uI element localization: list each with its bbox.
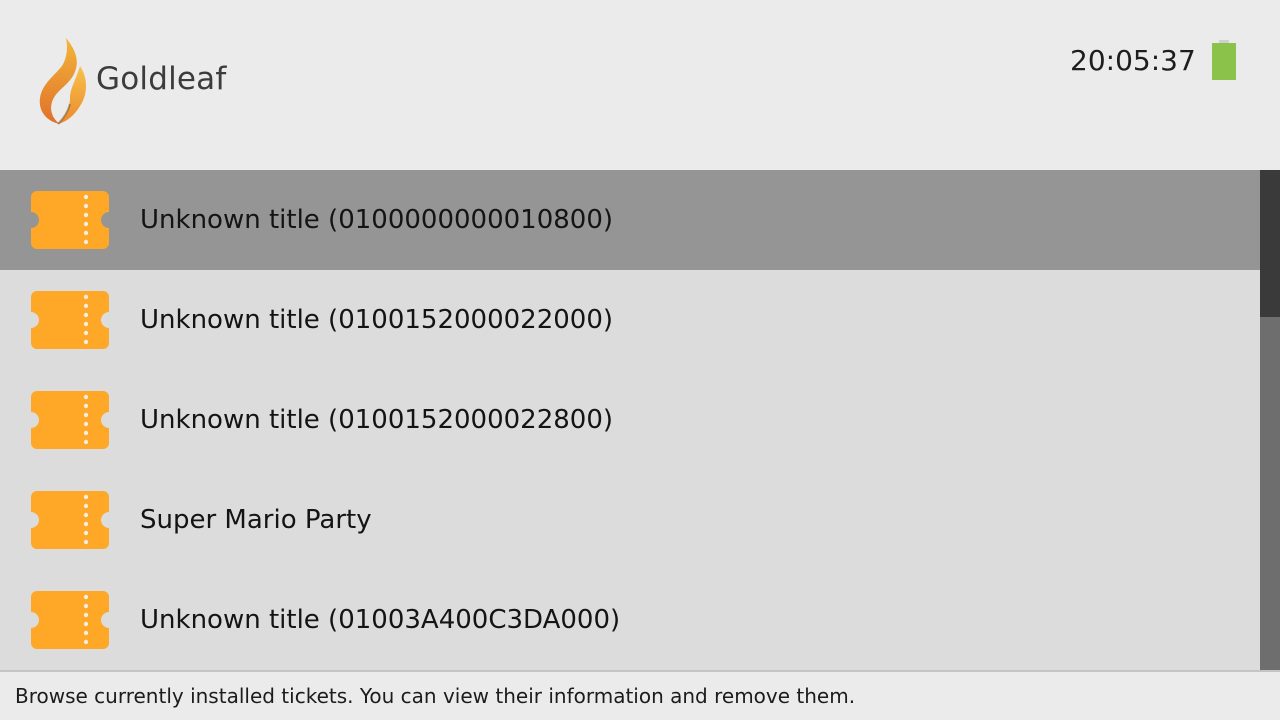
scrollbar[interactable] bbox=[1260, 170, 1280, 670]
flame-logo-icon bbox=[39, 38, 86, 125]
list-item-label: Unknown title (0100152000022000) bbox=[140, 305, 614, 335]
ticket-icon bbox=[31, 591, 109, 649]
ticket-icon bbox=[31, 291, 109, 349]
list-item-label: Unknown title (0100152000022800) bbox=[140, 405, 614, 435]
list-item-label: Unknown title (0100000000010800) bbox=[140, 205, 614, 235]
ticket-icon bbox=[31, 391, 109, 449]
footer-bar: Browse currently installed tickets. You … bbox=[0, 670, 1280, 720]
list-item-label: Unknown title (01003A400C3DA000) bbox=[140, 605, 621, 635]
list-item[interactable]: Unknown title (0100152000022800) bbox=[0, 370, 1260, 470]
goldleaf-screen: Goldleaf 20:05:37 Unknown title (0100000… bbox=[0, 0, 1280, 720]
ticket-icon bbox=[31, 491, 109, 549]
top-bar: Goldleaf 20:05:37 bbox=[0, 0, 1280, 170]
footer-hint: Browse currently installed tickets. You … bbox=[15, 684, 856, 708]
ticket-list[interactable]: Unknown title (0100000000010800) Unknown… bbox=[0, 170, 1260, 670]
scrollbar-thumb[interactable] bbox=[1260, 170, 1280, 317]
list-item[interactable]: Unknown title (0100000000010800) bbox=[0, 170, 1260, 270]
app-logo: Goldleaf bbox=[36, 36, 226, 126]
clock: 20:05:37 bbox=[1070, 44, 1196, 77]
app-name: Goldleaf bbox=[96, 61, 227, 97]
list-item[interactable]: Unknown title (0100152000022000) bbox=[0, 270, 1260, 370]
list-item[interactable]: Unknown title (01003A400C3DA000) bbox=[0, 570, 1260, 670]
battery-icon bbox=[1212, 40, 1236, 80]
list-item-label: Super Mario Party bbox=[140, 505, 372, 535]
ticket-icon bbox=[31, 191, 109, 249]
list-item[interactable]: Super Mario Party bbox=[0, 470, 1260, 570]
